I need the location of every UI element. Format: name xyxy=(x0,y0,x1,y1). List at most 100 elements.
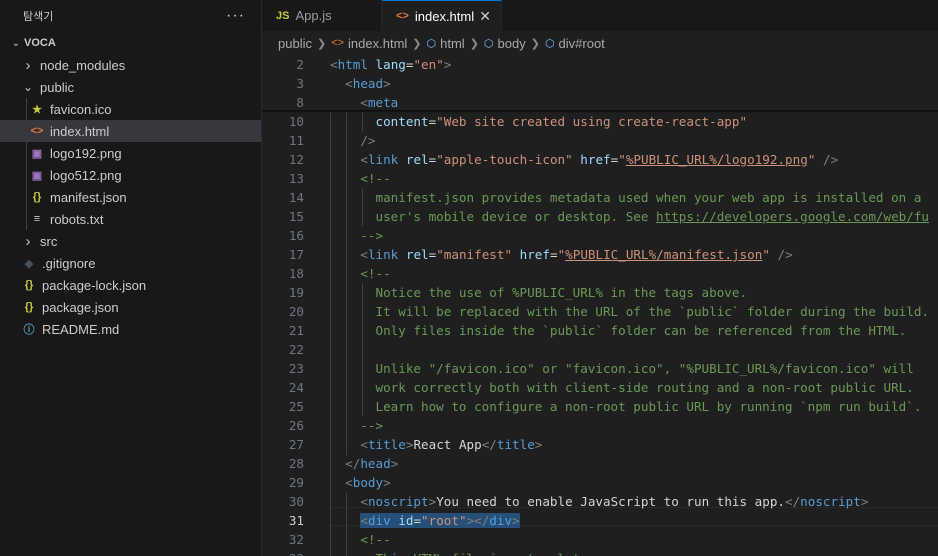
tree-file[interactable]: ▣ logo192.png xyxy=(0,142,261,164)
code-token: You need to enable JavaScript to run thi… xyxy=(436,494,785,509)
code-token: "en" xyxy=(413,57,444,72)
close-icon[interactable]: ✕ xyxy=(479,8,491,25)
code-line: 2 <html lang="en"> xyxy=(262,55,938,74)
line-number: 21 xyxy=(288,323,304,338)
code-line: 25 Learn how to configure a non-root pub… xyxy=(262,397,938,416)
code-line: 28 </head> xyxy=(262,454,938,473)
code-token: > xyxy=(512,513,520,528)
line-number: 17 xyxy=(288,247,304,262)
code-token: html xyxy=(337,57,368,72)
tree-item-label: logo192.png xyxy=(50,145,122,161)
line-number: 25 xyxy=(288,399,304,414)
breadcrumb-item-body[interactable]: body xyxy=(498,36,526,51)
html-file-icon: <> xyxy=(396,10,409,22)
tab-app-js[interactable]: JS App.js xyxy=(262,0,382,31)
more-actions-icon[interactable]: ··· xyxy=(226,7,245,25)
code-line: 33 This HTML file is a template. xyxy=(262,549,938,556)
tree-folder[interactable]: › node_modules xyxy=(0,54,261,76)
tree-file[interactable]: <> index.html xyxy=(0,120,261,142)
code-token: link xyxy=(367,247,399,262)
code-editor[interactable]: 2 <html lang="en"> 3 <head> 8 <meta 10 conte… xyxy=(262,55,938,556)
code-token: div xyxy=(489,513,513,528)
json-icon: {} xyxy=(32,191,42,203)
code-text: manifest.json provides metadata used whe… xyxy=(330,188,922,207)
code-line: 17 <link rel="manifest" href="%PUBLIC_UR… xyxy=(262,245,938,264)
info-icon: ⓘ xyxy=(23,324,35,336)
line-number: 32 xyxy=(288,532,304,547)
code-token: Notice the use of %PUBLIC_URL% in the ta… xyxy=(375,285,748,300)
code-token: < xyxy=(360,437,368,452)
code-line: 16 --> xyxy=(262,226,938,245)
code-text: Unlike "/favicon.ico" or "favicon.ico", … xyxy=(330,359,914,378)
code-line: 29 <body> xyxy=(262,473,938,492)
code-text: </head> xyxy=(330,454,398,473)
code-line: 32 <!-- xyxy=(262,530,938,549)
tree-item-label: package.json xyxy=(42,299,119,315)
tab-index-html[interactable]: <> index.html ✕ xyxy=(382,0,502,31)
tree-file[interactable]: ≡ robots.txt xyxy=(0,208,261,230)
breadcrumb-item-public[interactable]: public xyxy=(278,36,312,51)
tree-item-label: logo512.png xyxy=(50,167,122,183)
tree-item-label: README.md xyxy=(42,321,120,337)
tree-file[interactable]: {} package-lock.json xyxy=(0,274,261,296)
code-text: Notice the use of %PUBLIC_URL% in the ta… xyxy=(330,283,748,302)
tree-file[interactable]: ★ favicon.ico xyxy=(0,98,261,120)
code-token: href xyxy=(519,247,550,262)
breadcrumb-item-html[interactable]: html xyxy=(440,36,465,51)
json-icon: {} xyxy=(24,301,34,313)
code-line: 14 manifest.json provides metadata used … xyxy=(262,188,938,207)
code-token: > xyxy=(383,76,391,91)
tree-file[interactable]: ◆ .gitignore xyxy=(0,252,261,274)
root-folder-label: VOCA xyxy=(24,37,56,49)
code-text: /> xyxy=(330,131,375,150)
json-icon: {} xyxy=(24,279,34,291)
chevron-down-icon: ⌄ xyxy=(11,37,21,49)
code-token: "manifest" xyxy=(436,247,513,262)
code-token: = xyxy=(413,513,422,528)
image-icon: ▣ xyxy=(31,169,43,182)
tree-folder[interactable]: › src xyxy=(0,230,261,252)
code-token: head xyxy=(352,76,384,91)
code-token: < xyxy=(345,76,353,91)
code-token: title xyxy=(367,437,406,452)
code-line: 13 <!-- xyxy=(262,169,938,188)
code-line: 22 xyxy=(262,340,938,359)
code-text: <noscript>You need to enable JavaScript … xyxy=(330,492,868,511)
code-line: 23 Unlike "/favicon.ico" or "favicon.ico… xyxy=(262,359,938,378)
line-number: 14 xyxy=(288,190,304,205)
tree-item-label: node_modules xyxy=(40,57,126,73)
tree-file[interactable]: {} package.json xyxy=(0,296,261,318)
code-text: --> xyxy=(330,416,383,435)
tree-file[interactable]: {} manifest.json xyxy=(0,186,261,208)
line-number: 16 xyxy=(288,228,304,243)
line-number: 11 xyxy=(288,133,304,148)
breadcrumb-item-file[interactable]: index.html xyxy=(348,36,407,51)
code-token: = xyxy=(549,247,558,262)
code-token: < xyxy=(360,247,368,262)
tree-file[interactable]: ⓘ README.md xyxy=(0,318,261,340)
code-token: rel xyxy=(405,247,429,262)
code-token: < xyxy=(360,494,368,509)
breadcrumb-item-div-root[interactable]: div#root xyxy=(559,36,605,51)
explorer-root-folder[interactable]: ⌄ VOCA xyxy=(0,32,261,54)
code-text: <html lang="en"> xyxy=(330,55,451,74)
tree-folder[interactable]: ⌄ public xyxy=(0,76,261,98)
code-token: > xyxy=(383,475,391,490)
code-token: Learn how to configure a non-root public… xyxy=(375,399,922,414)
explorer-sidebar: 탐색기 ··· ⌄ VOCA › node_modules ⌄ public ★ favi… xyxy=(0,0,262,556)
code-token: /> xyxy=(823,152,839,167)
element-cube-icon: ⬡ xyxy=(544,37,555,50)
code-text: Only files inside the `public` folder ca… xyxy=(330,321,907,340)
tree-file[interactable]: ▣ logo512.png xyxy=(0,164,261,186)
line-number: 30 xyxy=(288,494,304,509)
